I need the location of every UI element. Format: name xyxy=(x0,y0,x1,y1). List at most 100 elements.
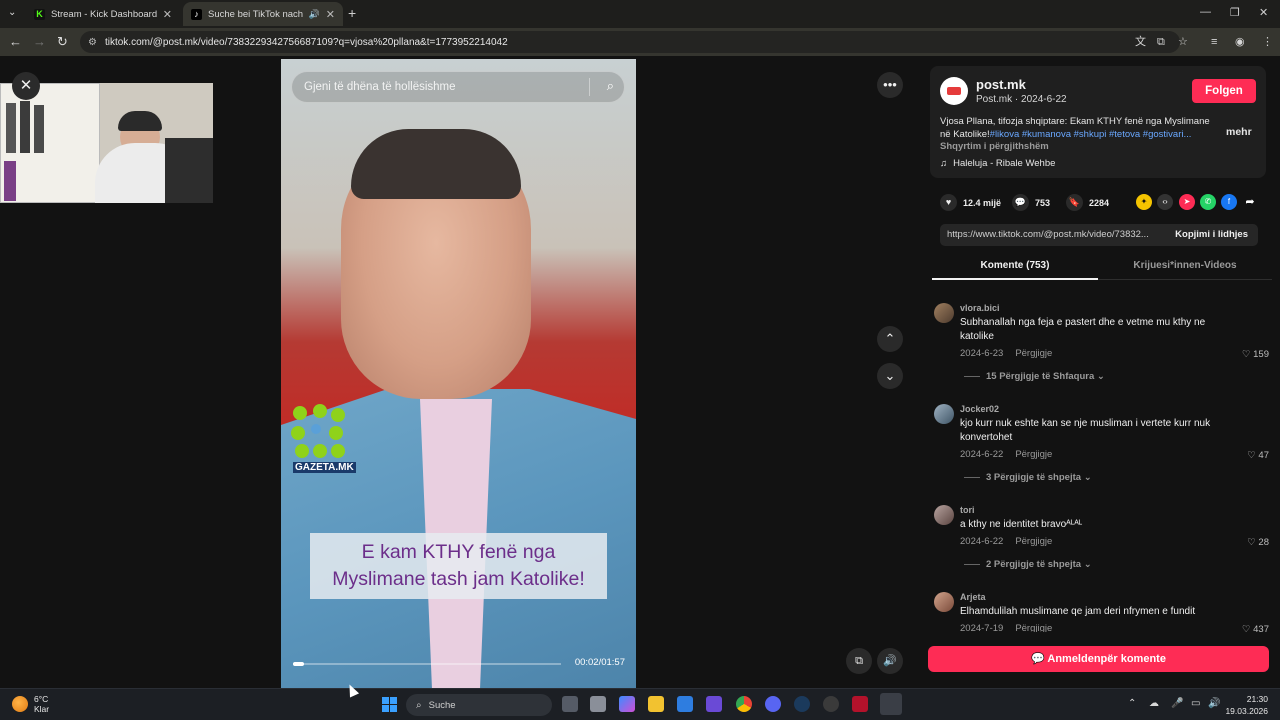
tab-search-icon[interactable]: ⌄ xyxy=(8,6,16,20)
file-explorer-icon[interactable] xyxy=(648,696,664,712)
site-info-icon[interactable]: ⚙ xyxy=(88,37,97,48)
browser-tab-tiktok[interactable]: ♪ Suche bei TikTok nach 'vjosa 🔊 ✕ xyxy=(183,2,343,26)
save-button[interactable]: 🔖 2284 xyxy=(1066,194,1109,211)
browser-toolbar: ← → ↻ ⚙ tiktok.com/@post.mk/video/738322… xyxy=(0,28,1280,56)
new-tab-icon[interactable]: + xyxy=(348,5,356,21)
more-button[interactable]: mehr xyxy=(1226,126,1252,138)
reading-list-icon[interactable]: ≡ xyxy=(1211,35,1217,49)
app-active-icon[interactable] xyxy=(880,693,902,715)
discord-icon[interactable] xyxy=(765,696,781,712)
search-icon[interactable]: ⌕ xyxy=(607,78,614,94)
more-options-icon[interactable]: ••• xyxy=(877,72,903,98)
minimize-icon[interactable]: — xyxy=(1200,6,1211,18)
copy-link-button[interactable]: Kopjimi i lidhjes xyxy=(1175,229,1248,240)
browser-tab-kick[interactable]: K Stream - Kick Dashboard ✕ xyxy=(26,2,180,26)
close-icon[interactable]: ✕ xyxy=(12,72,40,100)
store-icon[interactable] xyxy=(677,696,693,712)
copilot-icon[interactable] xyxy=(619,696,635,712)
whatsapp-icon[interactable]: ✆ xyxy=(1200,194,1216,210)
adobe-icon[interactable] xyxy=(852,696,868,712)
drive-icon[interactable] xyxy=(590,696,606,712)
comment-user[interactable]: Arjeta xyxy=(960,592,986,602)
obs-icon[interactable] xyxy=(823,696,839,712)
tab-creator-videos[interactable]: Krijuesi*innen-Videos xyxy=(1102,260,1268,271)
weather-widget[interactable]: 6°C Klar xyxy=(12,694,49,714)
description-hashtags[interactable]: #likova #kumanova #shkupi #tetova #gosti… xyxy=(990,129,1192,140)
comment-user[interactable]: Jocker02 xyxy=(960,404,999,414)
chrome-icon[interactable] xyxy=(736,696,752,712)
tab-comments[interactable]: Komente (753) xyxy=(932,260,1098,271)
avatar[interactable] xyxy=(934,404,954,424)
close-tab-icon[interactable]: ✕ xyxy=(326,8,335,21)
translate-icon[interactable]: 文 xyxy=(1135,35,1146,49)
microphone-icon[interactable]: 🎤 xyxy=(1171,698,1183,709)
send-icon[interactable]: ➤ xyxy=(1179,194,1195,210)
previous-video-chevron-up-icon[interactable]: ⌃ xyxy=(877,326,903,352)
translation-overview[interactable]: Shqyrtim i përgjithshëm xyxy=(940,141,1049,152)
comment-like[interactable]: ♡ 159 xyxy=(1242,349,1269,360)
volume-icon[interactable]: 🔊 xyxy=(877,648,903,674)
forward-icon[interactable]: → xyxy=(33,35,46,49)
task-view-icon[interactable] xyxy=(562,696,578,712)
comment-like[interactable]: ♡ 28 xyxy=(1247,537,1269,548)
video-player[interactable]: Gjeni të dhëna të hollësishme ⌕ GAZETA.M… xyxy=(281,59,636,688)
view-replies-button[interactable]: 15 Përgjigje të Shfaqura ⌄ xyxy=(964,371,1105,382)
restore-icon[interactable]: ❐ xyxy=(1230,6,1240,19)
search-placeholder: Gjeni të dhëna të hollësishme xyxy=(304,81,456,93)
floating-player-icon[interactable]: ⧉ xyxy=(846,648,872,674)
bookmark-star-icon[interactable]: ☆ xyxy=(1178,35,1188,49)
reply-button[interactable]: Përgjigje xyxy=(1015,348,1052,359)
weather-sun-icon xyxy=(12,696,28,712)
reload-icon[interactable]: ↻ xyxy=(57,35,68,49)
avatar[interactable] xyxy=(934,505,954,525)
author-name[interactable]: post.mk xyxy=(976,77,1026,92)
comment-user[interactable]: tori xyxy=(960,505,975,515)
follow-button[interactable]: Folgen xyxy=(1192,79,1256,103)
steam-icon[interactable] xyxy=(794,696,810,712)
like-button[interactable]: ♥ 12.4 mijë xyxy=(940,194,1001,211)
next-video-chevron-down-icon[interactable]: ⌄ xyxy=(877,363,903,389)
video-progress-bar[interactable] xyxy=(293,662,561,666)
kick-icon: K xyxy=(34,8,45,20)
view-replies-button[interactable]: 2 Përgjigje të shpejta ⌄ xyxy=(964,559,1092,570)
share-arrow-icon[interactable]: ➦ xyxy=(1242,194,1258,210)
taskbar-search[interactable]: ⌕ Suche xyxy=(406,694,552,716)
comment-user[interactable]: vlora.bici xyxy=(960,303,1000,313)
video-link-url[interactable]: https://www.tiktok.com/@post.mk/video/73… xyxy=(947,229,1159,240)
app-icon[interactable] xyxy=(706,696,722,712)
comment-text: a kthy ne identitet bravoᴬᴸᴬᴸ xyxy=(960,519,1083,530)
view-replies-button[interactable]: 3 Përgjigje të shpejta ⌄ xyxy=(964,472,1092,483)
reply-button[interactable]: Përgjigje xyxy=(1015,449,1052,460)
back-icon[interactable]: ← xyxy=(9,35,22,49)
video-search-box[interactable]: Gjeni të dhëna të hollësishme ⌕ xyxy=(291,71,625,103)
comment-like[interactable]: ♡ 47 xyxy=(1247,450,1269,461)
onedrive-icon[interactable]: ☁ xyxy=(1149,698,1159,709)
share-friends-icon[interactable]: ✦ xyxy=(1136,194,1152,210)
close-tab-icon[interactable]: ✕ xyxy=(163,8,172,21)
menu-icon[interactable]: ⋮ xyxy=(1262,35,1273,49)
taskbar-search-label: Suche xyxy=(428,699,456,711)
avatar[interactable] xyxy=(940,77,968,105)
gazeta-logo: GAZETA.MK xyxy=(291,404,356,480)
clock[interactable]: 21:30 19.03.2026 xyxy=(1225,693,1268,717)
install-icon[interactable]: ⧉ xyxy=(1157,35,1165,49)
address-bar[interactable]: ⚙ tiktok.com/@post.mk/video/738322934275… xyxy=(80,31,1180,53)
reply-button[interactable]: Përgjigje xyxy=(1015,623,1052,632)
start-icon[interactable] xyxy=(382,697,397,712)
avatar[interactable] xyxy=(934,303,954,323)
chevron-up-icon[interactable]: ⌃ xyxy=(1128,698,1136,709)
music-link[interactable]: ♫ Haleluja - Ribale Wehbe xyxy=(940,158,1055,169)
login-to-comment-button[interactable]: 💬 Anmeldenpër komente xyxy=(928,646,1269,672)
comment-like[interactable]: ♡ 437 xyxy=(1242,624,1269,632)
speaker-icon[interactable]: 🔊 xyxy=(309,9,320,20)
volume-icon[interactable]: 🔊 xyxy=(1208,698,1220,709)
reply-button[interactable]: Përgjigje xyxy=(1015,536,1052,547)
avatar[interactable] xyxy=(934,592,954,612)
embed-icon[interactable]: ‹› xyxy=(1157,194,1173,210)
close-window-icon[interactable]: ✕ xyxy=(1259,6,1268,19)
profile-icon[interactable]: ◉ xyxy=(1235,35,1245,49)
comment-button[interactable]: 💬 753 xyxy=(1012,194,1050,211)
network-icon[interactable]: ▭ xyxy=(1191,698,1200,709)
replies-label: 3 Përgjigje të shpejta xyxy=(986,472,1082,483)
facebook-icon[interactable]: f xyxy=(1221,194,1237,210)
